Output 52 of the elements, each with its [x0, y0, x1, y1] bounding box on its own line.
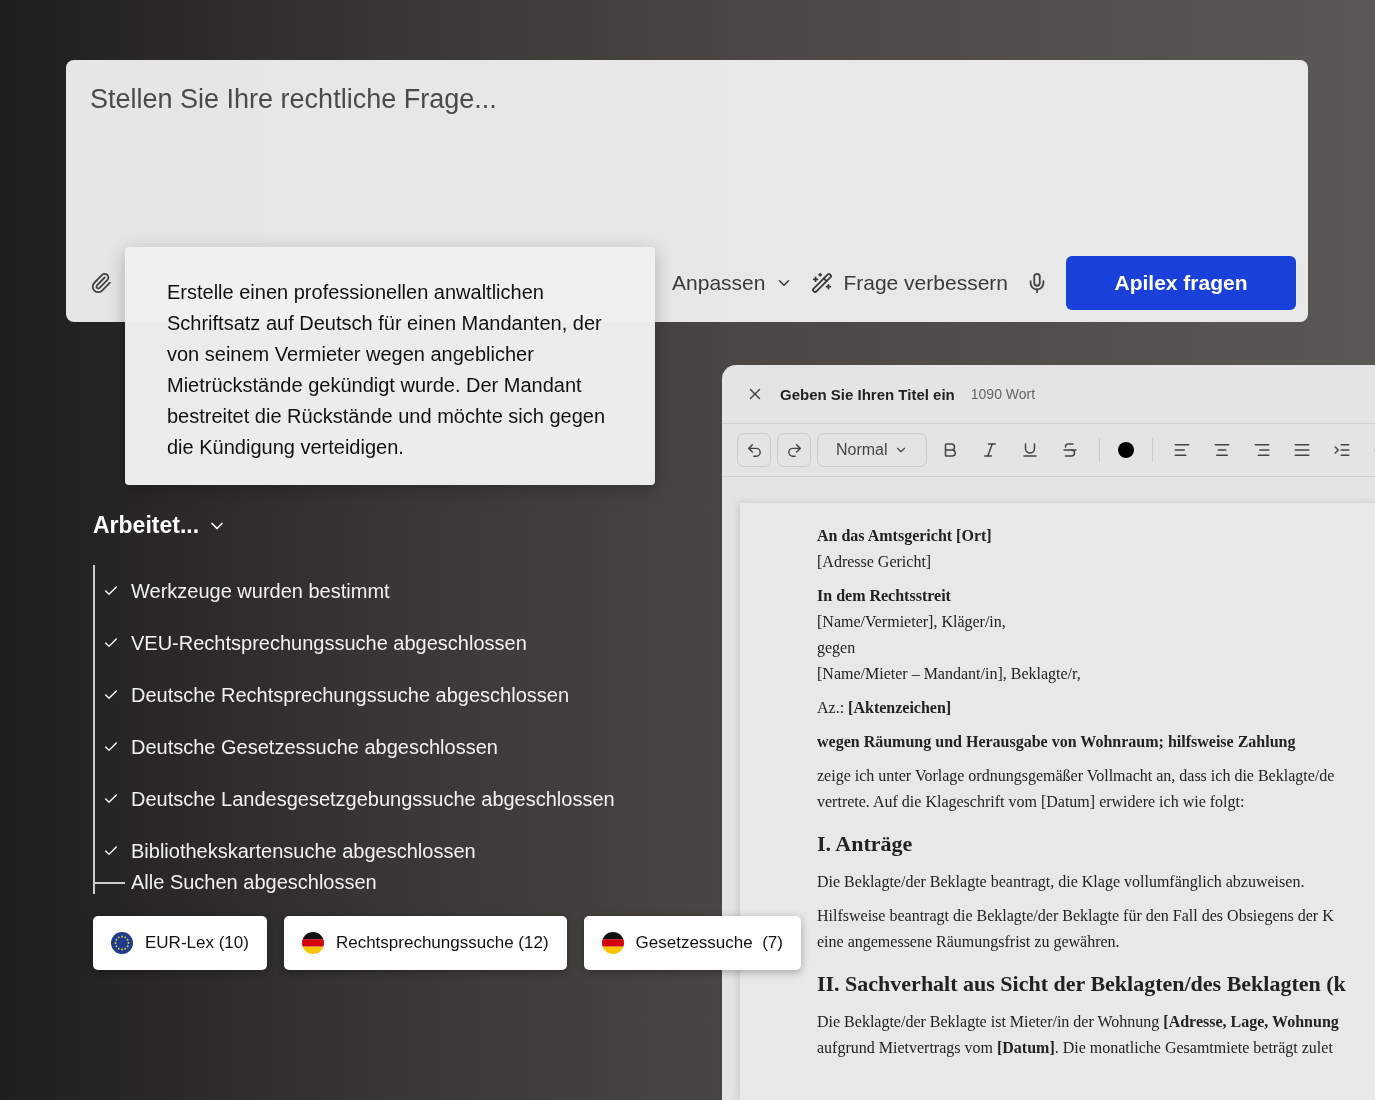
- undo-icon: [745, 441, 763, 459]
- document-text: [Adresse Gericht]: [817, 552, 933, 572]
- source-chip[interactable]: Rechtsprechungssuche (12): [283, 916, 567, 970]
- step-label: VEU-Rechtsprechungssuche abgeschlossen: [131, 631, 527, 655]
- document-text: gegen: [817, 638, 857, 659]
- customize-dropdown[interactable]: Anpassen: [672, 271, 794, 295]
- align-justify-icon: [1292, 441, 1311, 459]
- redo-icon: [785, 441, 803, 459]
- document-text: [Name/Vermieter], Kläger/in,: [817, 612, 1007, 633]
- document-text: Hilfsweise beantragt die Beklagte/der Beklagte für den Fall des Obsiegens der K: [817, 906, 1335, 927]
- align-left-icon: [1172, 441, 1191, 459]
- step-label: Alle Suchen abgeschlossen: [131, 871, 377, 894]
- improve-question-button[interactable]: Frage verbessern: [811, 271, 1008, 295]
- align-right-icon: [1252, 441, 1271, 459]
- strikethrough-icon: [1060, 441, 1079, 459]
- document-text: zeige ich unter Vorlage ordnungsgemäßer Vollmacht an, dass ich die Beklagte/de: [817, 766, 1336, 787]
- progress-toggle[interactable]: Arbeitet...: [93, 512, 228, 539]
- step-label: Deutsche Gesetzessuche abgeschlossen: [131, 735, 498, 759]
- document-text: wegen Räumung und Herausgabe von Wohnraum; hilfsweise Zahlung: [817, 732, 1297, 753]
- germany-flag-icon: [601, 932, 624, 954]
- wand-icon: [811, 272, 834, 294]
- document-text: In dem Rechtsstreit: [817, 586, 952, 606]
- prompt-popup: Erstelle einen professionellen anwaltlichen Schriftsatz auf Deutsch für einen Mandanten, der von seinem Vermieter wegen angeblicher Mietrückstände gekündigt wurde. Der Mandant bestreitet die Rückstände und möchte sich gegen die Kündigung verteidigen.: [125, 247, 655, 485]
- paperclip-icon[interactable]: [90, 272, 112, 294]
- document-text: eine angemessene Räumungsfrist zu gewähren.: [817, 932, 1121, 953]
- eu-flag-icon: [111, 932, 133, 954]
- germany-flag-icon: [301, 932, 324, 954]
- align-center-icon: [1212, 441, 1231, 459]
- step-label: Deutsche Rechtsprechungssuche abgeschlossen: [131, 683, 570, 707]
- document-text: vertrete. Auf die Klageschrift vom [Datum] erwidere ich wie folgt:: [817, 792, 1246, 813]
- undo-button[interactable]: [737, 433, 771, 467]
- document-text: Az.: [Aktenzeichen]: [817, 698, 953, 718]
- text-color-icon[interactable]: [1117, 442, 1134, 458]
- source-chip[interactable]: EUR-Lex (10): [93, 916, 267, 970]
- document-title[interactable]: Geben Sie Ihren Titel ein: [780, 385, 955, 403]
- document-heading: II. Sachverhalt aus Sicht der Beklagten/des Beklagten (k: [817, 970, 1347, 998]
- style-dropdown[interactable]: Normal: [817, 433, 927, 467]
- word-count: 1090 Wort: [970, 386, 1036, 402]
- document-text: Die Beklagte/der Beklagte ist Mieter/in der Wohnung [Adresse, Lage, Wohnung: [817, 1012, 1340, 1033]
- source-chip[interactable]: Gesetzessuche (7): [583, 916, 801, 970]
- redo-button[interactable]: [777, 433, 811, 467]
- step-label: Werkzeuge wurden bestimmt: [131, 579, 390, 603]
- document-heading: I. Anträge: [817, 830, 914, 858]
- indent-icon: [1332, 441, 1351, 459]
- underline-icon: [1020, 441, 1039, 459]
- step-label: Deutsche Landesgesetzgebungssuche abgeschlossen: [131, 787, 615, 811]
- step-label: Bibliothekskartensuche abgeschlossen: [131, 839, 476, 863]
- document-text: [Name/Mieter – Mandant/in], Beklagte/r,: [817, 664, 1082, 685]
- submit-button[interactable]: Apilex fragen: [1066, 256, 1296, 310]
- document-text: Die Beklagte/der Beklagte beantragt, die Klage vollumfänglich abzuweisen.: [817, 872, 1306, 893]
- document-text: An das Amtsgericht [Ort]: [817, 526, 993, 547]
- document-text: aufgrund Mietvertrags vom [Datum]. Die monatliche Gesamtmiete beträgt zulet: [817, 1038, 1334, 1059]
